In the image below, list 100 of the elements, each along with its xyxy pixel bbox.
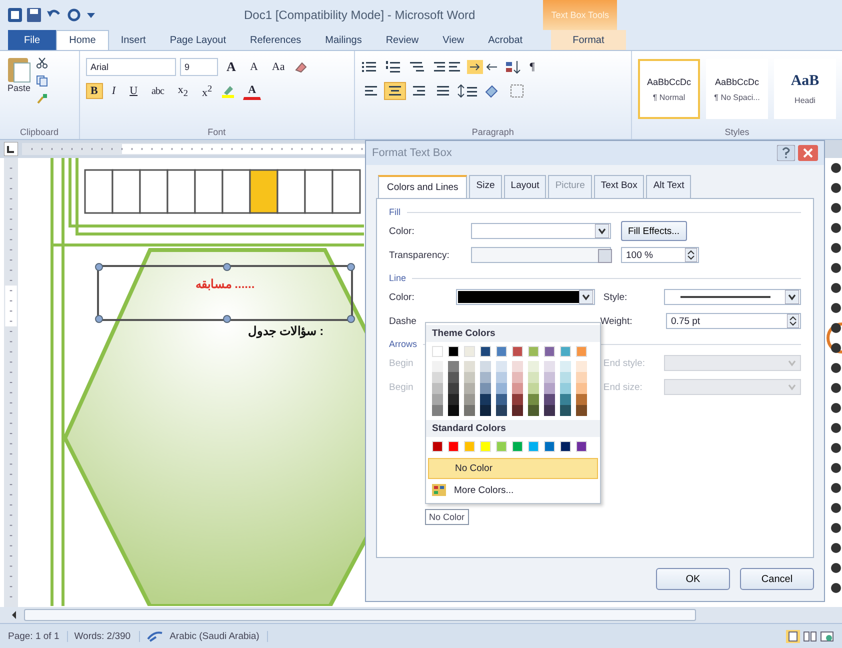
ribbon-tab[interactable]: Insert (108, 30, 158, 50)
font-style-button[interactable]: abc (146, 84, 169, 98)
paste-button[interactable]: Paste (6, 55, 32, 105)
dialog-tab[interactable]: Layout (504, 175, 546, 198)
color-swatch[interactable] (544, 346, 555, 357)
language-indicator[interactable]: Arabic (Saudi Arabia) (170, 630, 268, 642)
ribbon-tab[interactable]: Review (374, 30, 431, 50)
color-swatch[interactable] (480, 346, 491, 357)
color-swatch[interactable] (528, 346, 539, 357)
no-color-item[interactable]: No Color (428, 458, 598, 479)
close-icon[interactable] (798, 145, 818, 161)
help-icon[interactable] (777, 145, 795, 161)
color-swatch[interactable] (432, 346, 443, 357)
scroll-thumb[interactable] (24, 609, 696, 621)
resize-handle[interactable] (95, 263, 103, 271)
ribbon-tab[interactable]: Page Layout (158, 30, 238, 50)
word-count[interactable]: Words: 2/390 (74, 630, 140, 642)
copy-icon[interactable] (36, 75, 48, 87)
fill-effects-button[interactable]: Fill Effects... (621, 221, 687, 241)
fill-color-dropdown[interactable] (471, 223, 611, 239)
color-swatch[interactable] (560, 441, 571, 452)
dialog-tab[interactable]: Colors and Lines (378, 175, 468, 198)
ribbon-tab[interactable]: Mailings (313, 30, 374, 50)
more-colors-item[interactable]: More Colors... (454, 484, 514, 496)
color-swatch[interactable] (560, 346, 571, 357)
color-swatch[interactable] (448, 441, 459, 452)
shade-swatches[interactable] (448, 361, 459, 416)
grow-font-button[interactable]: A (222, 57, 241, 77)
font-style-button[interactable]: x$_{2}$ (172, 82, 193, 100)
style-gallery-item[interactable]: AaB Headi (774, 59, 836, 119)
color-swatch[interactable] (528, 441, 539, 452)
text-box[interactable]: مسابقه ...... (97, 265, 353, 321)
ribbon-tab[interactable]: File (8, 30, 56, 50)
ribbon-tab[interactable]: View (430, 30, 476, 50)
font-name-field[interactable]: Arial (86, 58, 176, 76)
web-layout-icon[interactable] (820, 630, 834, 642)
ribbon-tab[interactable]: Format (550, 30, 626, 50)
shade-swatches[interactable] (512, 361, 523, 416)
color-swatch[interactable] (576, 346, 587, 357)
color-swatch[interactable] (496, 441, 507, 452)
line-color-dropdown[interactable] (456, 289, 596, 305)
tab-selector-icon[interactable] (4, 142, 18, 156)
font-color-button[interactable]: A (243, 82, 262, 100)
weight-field[interactable]: 0.75 pt (666, 313, 801, 329)
style-gallery-item[interactable]: AaBbCcDc ¶ No Spaci... (706, 59, 768, 119)
font-style-button[interactable]: B (86, 83, 103, 99)
ribbon-tab[interactable]: Home (56, 30, 109, 50)
dialog-tab[interactable]: Size (469, 175, 502, 198)
word-icon[interactable] (8, 8, 22, 22)
transparency-slider[interactable] (471, 247, 611, 263)
resize-handle[interactable] (95, 315, 103, 323)
reading-layout-icon[interactable] (803, 630, 817, 642)
align-button[interactable] (384, 83, 405, 99)
scissors-icon[interactable] (36, 57, 48, 69)
shade-swatches[interactable] (432, 361, 443, 416)
line-spacing-icon[interactable] (456, 84, 479, 98)
shade-swatches[interactable] (464, 361, 475, 416)
shade-swatches[interactable] (528, 361, 539, 416)
page-count[interactable]: Page: 1 of 1 (8, 630, 68, 642)
color-swatch[interactable] (432, 441, 443, 452)
dialog-button[interactable]: Cancel (740, 568, 814, 590)
color-swatch[interactable] (544, 441, 555, 452)
color-swatch[interactable] (512, 346, 523, 357)
shade-swatches[interactable] (544, 361, 555, 416)
eraser-icon[interactable] (294, 60, 308, 74)
save-icon[interactable] (27, 8, 41, 22)
resize-handle[interactable] (347, 263, 355, 271)
line-style-dropdown[interactable] (664, 289, 801, 305)
color-swatch[interactable] (576, 441, 587, 452)
shade-swatches[interactable] (480, 361, 491, 416)
font-style-button[interactable]: x$^{2}$ (196, 81, 218, 101)
brush-icon[interactable] (36, 93, 48, 105)
sort-icon[interactable] (504, 60, 521, 74)
shade-swatches[interactable] (560, 361, 571, 416)
dialog-button[interactable]: OK (656, 568, 730, 590)
font-size-field[interactable]: 9 (180, 58, 218, 76)
proofing-icon[interactable] (146, 629, 164, 643)
color-swatch[interactable] (512, 441, 523, 452)
style-gallery-item[interactable]: AaBbCcDc ¶ Normal (638, 59, 700, 119)
color-swatch[interactable] (448, 346, 459, 357)
change-case-button[interactable]: Aa (266, 59, 290, 75)
shade-swatches[interactable] (496, 361, 507, 416)
indent-icon[interactable] (432, 60, 463, 74)
color-swatch[interactable] (464, 346, 475, 357)
transparency-field[interactable]: 100 % (621, 247, 699, 263)
color-swatch[interactable] (464, 441, 475, 452)
font-style-button[interactable]: U (124, 83, 143, 99)
shrink-font-button[interactable]: A (244, 59, 263, 75)
shade-swatches[interactable] (576, 361, 587, 416)
color-swatch[interactable] (480, 441, 491, 452)
print-layout-icon[interactable] (786, 630, 800, 642)
show-marks-button[interactable]: ¶ (524, 59, 540, 75)
color-swatch[interactable] (496, 346, 507, 357)
font-style-button[interactable]: I (106, 83, 121, 99)
ribbon-tab[interactable]: References (238, 30, 314, 50)
slider-thumb[interactable] (598, 249, 612, 263)
dialog-tab[interactable]: Text Box (594, 175, 644, 198)
ribbon-tab[interactable]: Acrobat (476, 30, 535, 50)
scroll-left-icon[interactable] (10, 610, 18, 620)
dialog-tab[interactable]: Alt Text (646, 175, 692, 198)
